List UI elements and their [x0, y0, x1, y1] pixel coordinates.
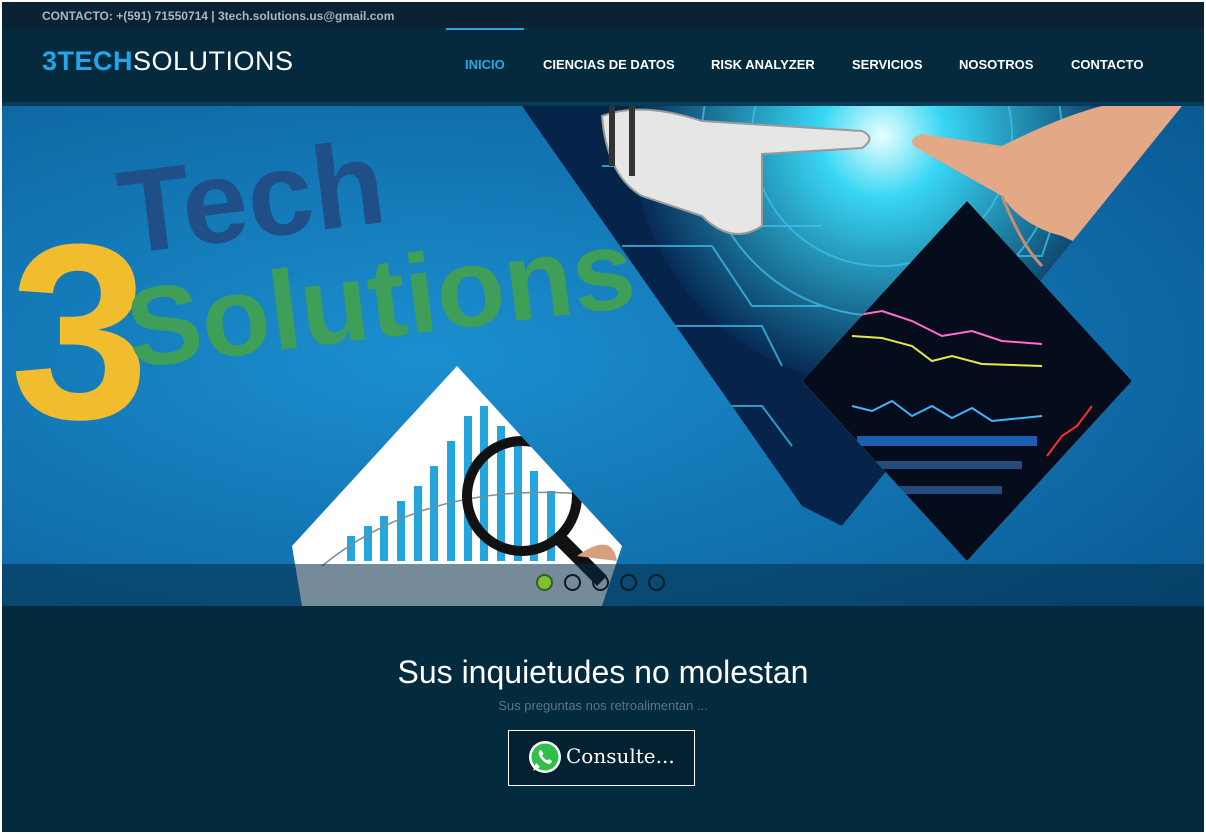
- carousel-dot-1[interactable]: [536, 574, 553, 591]
- nav-item-nosotros[interactable]: NOSOTROS: [959, 57, 1033, 72]
- carousel-dot-5[interactable]: [648, 574, 665, 591]
- nav-item-ciencias-de-datos[interactable]: CIENCIAS DE DATOS: [543, 57, 675, 72]
- active-nav-indicator: [446, 28, 524, 30]
- site-header: 3TECHSOLUTIONS INICIO CIENCIAS DE DATOS …: [2, 28, 1204, 104]
- contact-info: CONTACTO: +(591) 71550714 | 3tech.soluti…: [42, 9, 395, 23]
- nav-item-risk-analyzer[interactable]: RISK ANALYZER: [711, 57, 815, 72]
- cta-title: Sus inquietudes no molestan: [397, 654, 809, 690]
- consult-button[interactable]: Consulte...: [508, 730, 695, 786]
- carousel-dot-4[interactable]: [620, 574, 637, 591]
- nav-item-contacto[interactable]: CONTACTO: [1071, 57, 1143, 72]
- cta-section: Sus inquietudes no molestan Sus pregunta…: [2, 606, 1204, 832]
- nav-item-inicio[interactable]: INICIO: [465, 57, 505, 72]
- site-logo[interactable]: 3TECHSOLUTIONS: [42, 46, 294, 77]
- logo-part-solutions: SOLUTIONS: [133, 46, 294, 76]
- nav-item-servicios[interactable]: SERVICIOS: [852, 57, 923, 72]
- logo-part-tech: 3TECH: [42, 46, 134, 76]
- hero-carousel[interactable]: 3 Tech Solutions: [2, 106, 1204, 606]
- hero-slide-image: 3 Tech Solutions: [2, 106, 1204, 606]
- cta-subtitle: Sus preguntas nos retroalimentan ...: [498, 698, 708, 713]
- consult-button-label: Consulte...: [566, 744, 675, 768]
- top-contact-bar: CONTACTO: +(591) 71550714 | 3tech.soluti…: [2, 2, 1204, 28]
- carousel-dot-2[interactable]: [564, 574, 581, 591]
- carousel-dot-3[interactable]: [592, 574, 609, 591]
- whatsapp-icon: [529, 741, 561, 773]
- page: CONTACTO: +(591) 71550714 | 3tech.soluti…: [2, 2, 1204, 832]
